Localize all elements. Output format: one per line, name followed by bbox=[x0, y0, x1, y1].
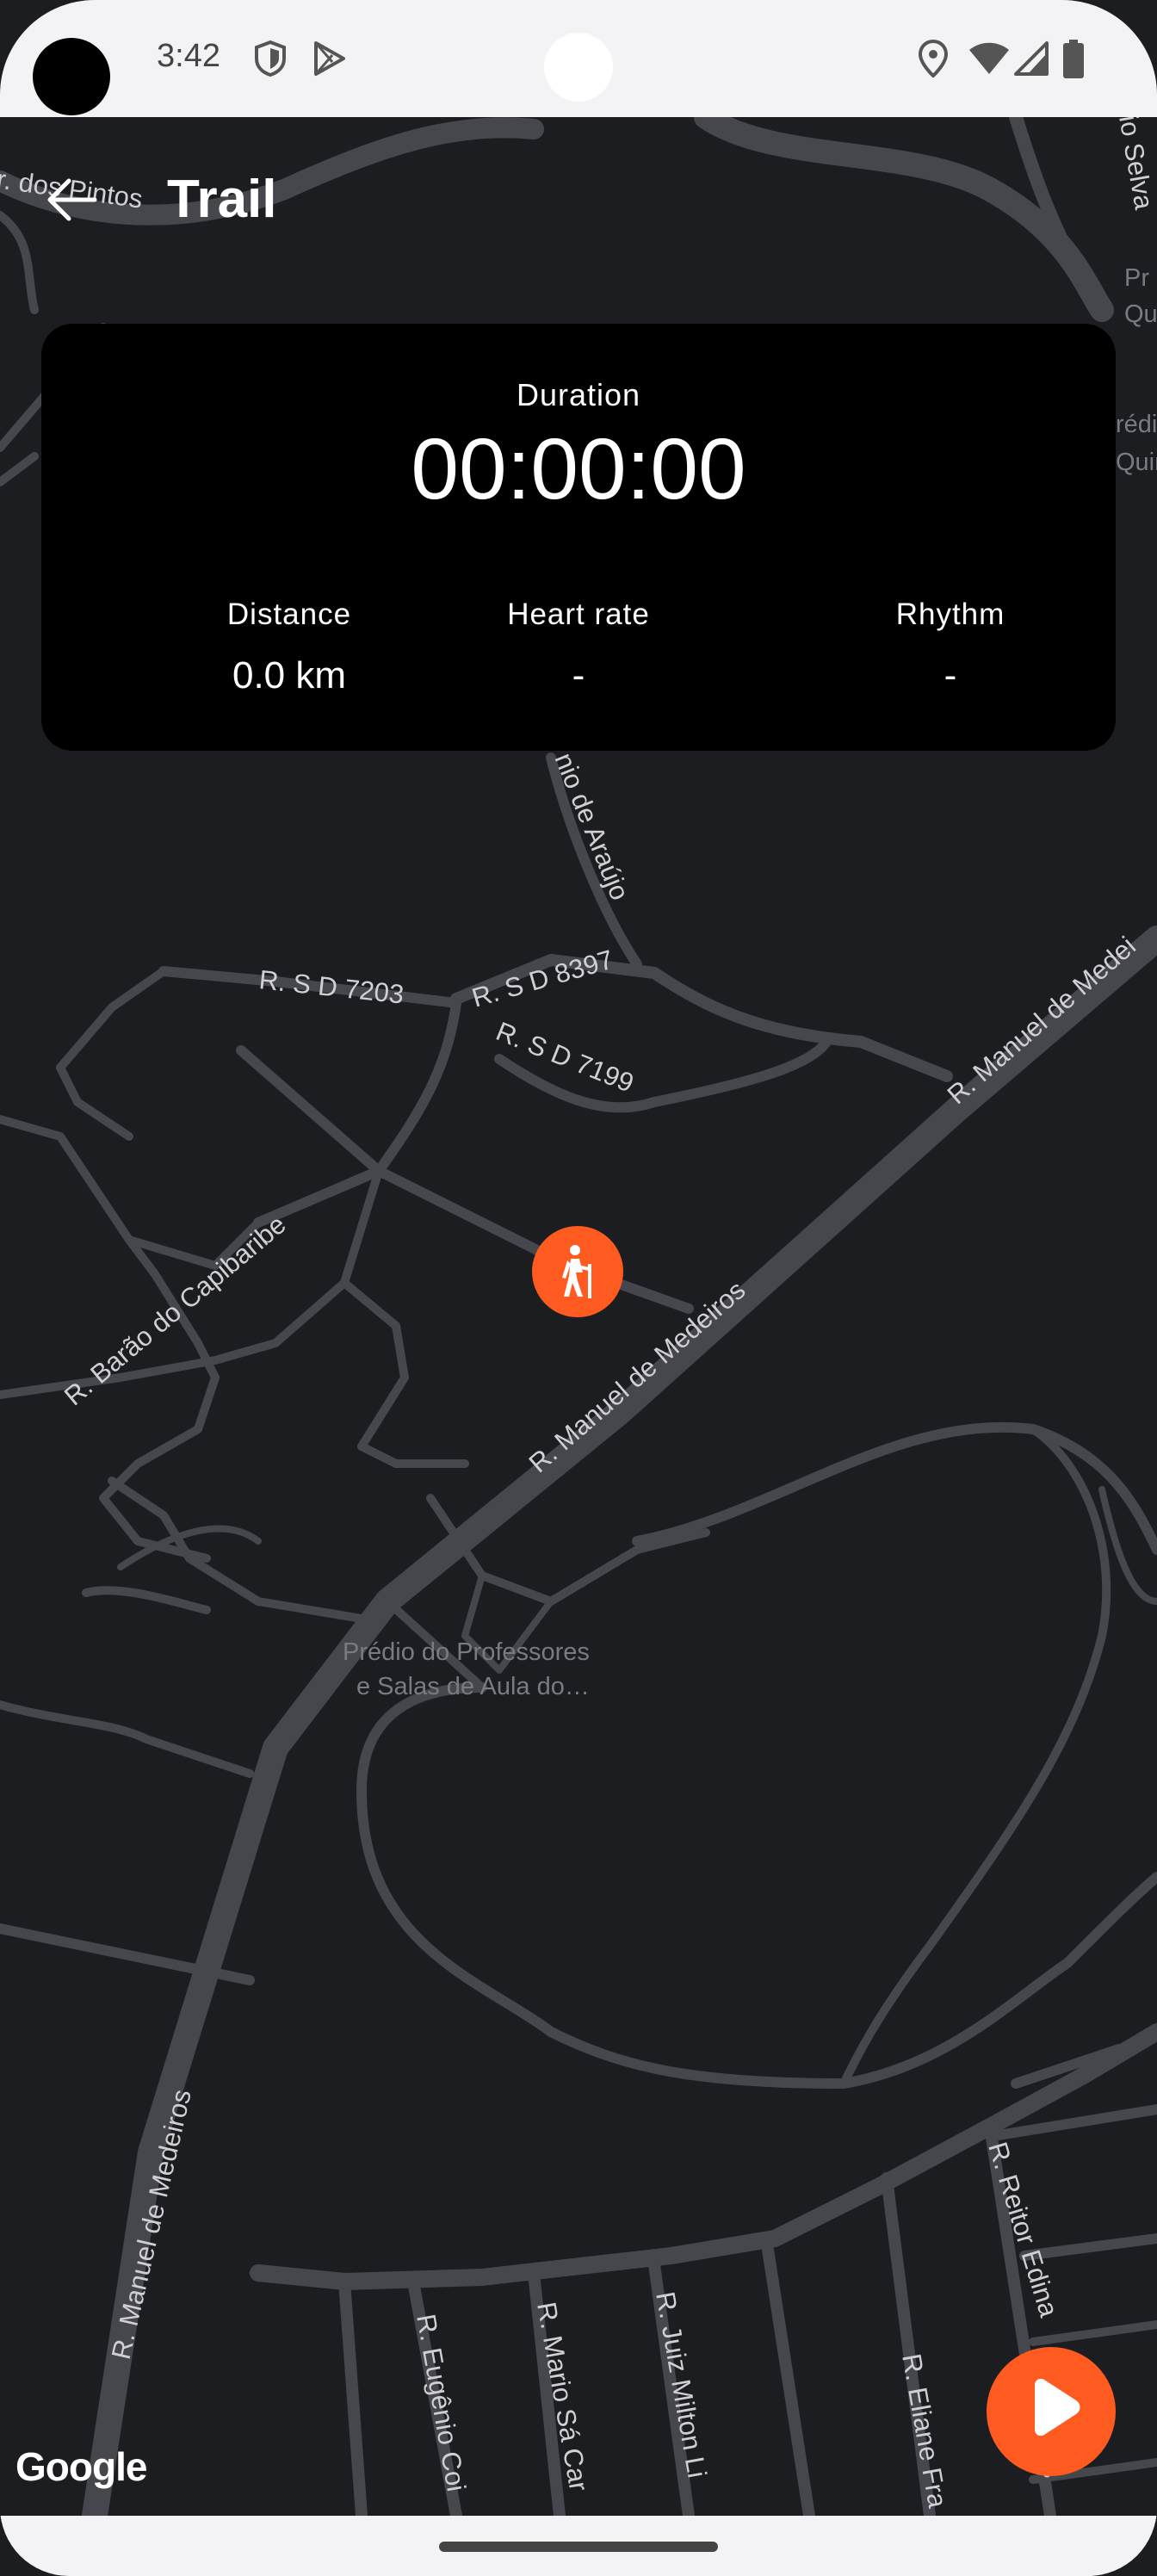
map-label: R. S D 8397 bbox=[468, 944, 616, 1013]
map-label: Qu bbox=[1124, 300, 1157, 328]
map-label: R. S D 7203 bbox=[257, 964, 405, 1009]
play-icon bbox=[1035, 2378, 1080, 2437]
location-icon bbox=[918, 40, 949, 77]
wifi-icon bbox=[969, 42, 1009, 74]
distance-stat: Distance 0.0 km bbox=[160, 598, 418, 697]
map-label: R. Eugênio Coi bbox=[411, 2312, 472, 2493]
shield-icon bbox=[255, 40, 286, 77]
distance-value: 0.0 km bbox=[232, 654, 347, 697]
map-label: R. S D 7199 bbox=[492, 1016, 638, 1099]
status-time: 3:42 bbox=[157, 38, 220, 74]
map-label: io Selva bbox=[1113, 117, 1157, 213]
hiking-icon bbox=[562, 1245, 591, 1298]
map-poi-label: Prédio do Professores bbox=[343, 1638, 590, 1666]
front-camera bbox=[544, 33, 613, 102]
location-marker[interactable] bbox=[532, 1226, 623, 1317]
duration-label: Duration bbox=[516, 377, 641, 412]
map-label: Quin bbox=[1116, 449, 1157, 476]
home-gesture-handle[interactable] bbox=[439, 2542, 718, 2552]
map-label: R. Barão do Capibaribe bbox=[59, 1209, 292, 1411]
play-store-icon bbox=[314, 41, 345, 76]
map-label: rédi bbox=[1116, 411, 1157, 438]
map-label: R. Eliane Fra bbox=[896, 2351, 953, 2511]
battery-icon bbox=[1063, 40, 1084, 78]
map-label: R. Juiz Milton Li bbox=[650, 2289, 712, 2480]
map-label: R. Reitor Edina bbox=[982, 2139, 1064, 2321]
status-bar: 3:42 bbox=[0, 0, 1157, 117]
device-frame: 3:42 r. dos Pintos io Selva Pr Qu rédi Q… bbox=[0, 0, 1157, 2576]
signal-icon bbox=[1014, 41, 1049, 76]
heart-rate-stat: Heart rate - bbox=[449, 598, 708, 697]
distance-label: Distance bbox=[226, 598, 352, 631]
heart-rate-value: - bbox=[572, 654, 585, 697]
rhythm-value: - bbox=[944, 654, 957, 697]
map-label: Pr bbox=[1124, 264, 1149, 292]
map-label: R. Manuel de Medei bbox=[942, 931, 1142, 1110]
map-label: R. Mario Sá Car bbox=[531, 2300, 594, 2493]
google-attribution: Google bbox=[15, 2444, 147, 2489]
navigation-bar bbox=[0, 2516, 1157, 2576]
page-title: Trail bbox=[167, 170, 277, 229]
duration-value: 00:00:00 bbox=[411, 421, 746, 517]
rhythm-label: Rhythm bbox=[895, 598, 1005, 631]
rhythm-stat: Rhythm - bbox=[821, 598, 1080, 697]
start-button[interactable] bbox=[987, 2347, 1116, 2476]
camera-cutout bbox=[33, 38, 110, 115]
arrow-back-icon bbox=[47, 178, 97, 221]
heart-rate-label: Heart rate bbox=[507, 598, 650, 631]
stats-card: Duration 00:00:00 Distance 0.0 km Heart … bbox=[41, 324, 1116, 751]
back-button[interactable] bbox=[34, 169, 110, 231]
map-poi-label: e Salas de Aula do… bbox=[356, 1673, 590, 1700]
